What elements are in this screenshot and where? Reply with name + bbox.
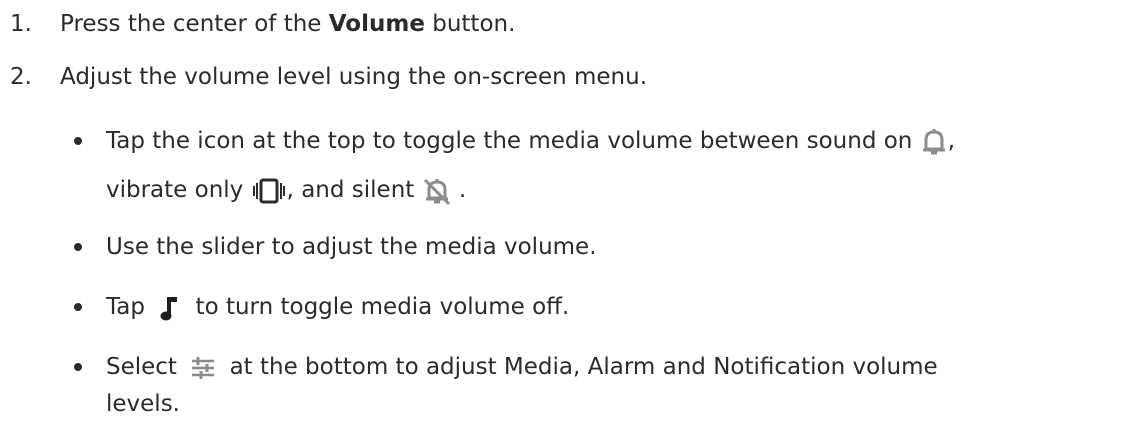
bullet-text: vibrate only (106, 177, 251, 203)
step-number: 2. (10, 64, 32, 90)
bullet-text: at the bottom to adjust Media, Alarm and… (222, 354, 938, 380)
bullet-text: Tap the icon at the top to toggle the me… (106, 128, 920, 154)
bullet-text: Tap (106, 294, 153, 320)
bullet-text: levels. (106, 391, 180, 417)
bullet-text: Use the slider to adjust the media volum… (106, 234, 597, 260)
bullet-text: , and silent (286, 177, 422, 203)
step-number: 1. (10, 11, 32, 37)
volume-button-label: Volume (328, 11, 425, 37)
instruction-document: 1. Press the center of the Volume button… (0, 0, 1138, 447)
step-text: Press the center of the (60, 11, 329, 37)
bullet-dot (74, 363, 82, 371)
equalizer-icon (190, 356, 216, 380)
bullet-text: to turn toggle media volume off. (188, 294, 570, 320)
music-note-icon (160, 294, 180, 322)
bell-off-icon (422, 176, 452, 206)
vibrate-icon (251, 178, 287, 204)
bullet-text: Select (106, 354, 185, 380)
step-text: Adjust the volume level using the on-scr… (60, 64, 648, 90)
bullet-text: , (947, 128, 956, 154)
bullet-dot (74, 303, 82, 311)
bullet-text: . (451, 177, 467, 203)
step-text: button. (424, 11, 516, 37)
bell-icon (920, 127, 948, 157)
bullet-dot (74, 137, 82, 145)
bullet-dot (74, 243, 82, 251)
